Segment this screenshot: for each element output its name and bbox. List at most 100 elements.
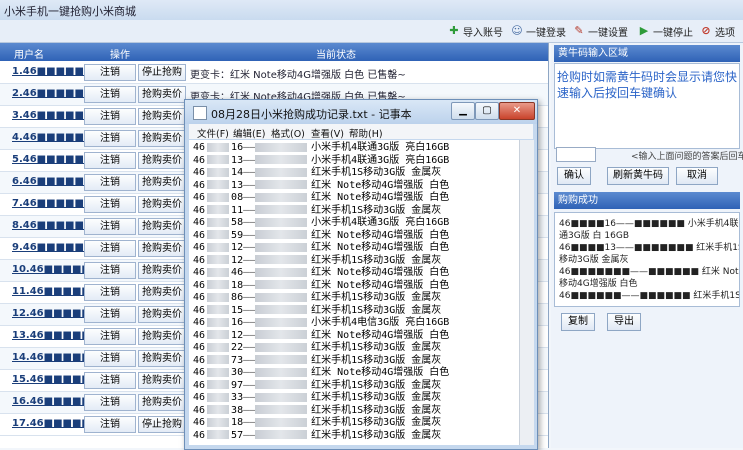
buy-button[interactable]: 停止抢购 (138, 416, 186, 433)
text-line: 46 38—— 红米手机1S移动3G版 金属灰 (193, 404, 442, 416)
buy-button[interactable]: 抢购卖价 (138, 196, 186, 213)
toolbar: ✚ 导入账号 ☺ 一键登录 ✎ 一键设置 ▶ 一键停止 ⊘ 选项 (0, 20, 743, 43)
text-line: 46 12—— 红米 Note移动4G增强版 白色 (193, 329, 450, 341)
logout-button[interactable]: 注销 (84, 86, 136, 103)
refresh-code-button[interactable]: 刷新黄牛码 (607, 167, 669, 185)
success-list: 46■■■■16——■■■■■■ 小米手机4联 通3G版 白 16GB 46■■■■… (554, 212, 740, 307)
logout-button[interactable]: 注销 (84, 240, 136, 257)
user-cell[interactable]: 8.46■■■■■99 (12, 220, 98, 231)
minimize-button[interactable]: ▁ (451, 102, 475, 120)
logout-button[interactable]: 注销 (84, 196, 136, 213)
user-cell[interactable]: 2.46■■■■■08 (12, 88, 98, 99)
text-line: 46 16—— 小米手机4电信3G版 亮白16GB (193, 317, 450, 328)
buy-button[interactable]: 抢购卖价 (138, 262, 186, 279)
buy-button[interactable]: 抢购卖价 (138, 240, 186, 257)
text-line: 46 18—— 红米手机1S移动3G版 金属灰 (193, 417, 442, 428)
text-line: 46 59—— 红米 Note移动4G增强版 白色 (193, 229, 450, 241)
user-cell[interactable]: 5.46■■■■■45 (12, 154, 98, 165)
logout-button[interactable]: 注销 (84, 350, 136, 367)
user-cell[interactable]: 13.46■■■■■57 (12, 330, 105, 341)
logout-button[interactable]: 注销 (84, 284, 136, 301)
copy-button[interactable]: 复制 (561, 313, 595, 331)
buy-button[interactable]: 抢购卖价 (138, 394, 186, 411)
header-status: 当前状态 (316, 50, 356, 61)
user-cell[interactable]: 3.46■■■■■06 (12, 110, 98, 121)
buy-button[interactable]: 抢购卖价 (138, 306, 186, 323)
options-button[interactable]: ⊘ 选项 (700, 23, 735, 39)
buy-button[interactable]: 抢购卖价 (138, 86, 186, 103)
user-cell[interactable]: 9.46■■■■■52 (12, 242, 98, 253)
login-all-button[interactable]: ☺ 一键登录 (511, 23, 566, 39)
notepad-text-area[interactable]: 46 16—— 小米手机4联通3G版 亮白16GB 46 13—— 小米手机4联通3G版 … (189, 140, 519, 445)
notepad-menu-bar: 文件(F) 编辑(E) 格式(O) 查看(V) 帮助(H) (189, 124, 533, 140)
logout-button[interactable]: 注销 (84, 108, 136, 125)
notepad-menu-item[interactable]: 格式(O) (271, 126, 305, 140)
plus-icon: ✚ (449, 24, 459, 37)
logout-button[interactable]: 注销 (84, 130, 136, 147)
tools-icon: ✎ (574, 24, 584, 37)
notepad-menu-item[interactable]: 文件(F) (197, 126, 229, 140)
maximize-button[interactable]: ▢ (475, 102, 499, 120)
logout-button[interactable]: 注销 (84, 64, 136, 81)
setting-all-button[interactable]: ✎ 一键设置 (573, 23, 628, 39)
buy-button[interactable]: 抢购卖价 (138, 372, 186, 389)
buy-button[interactable]: 抢购卖价 (138, 174, 186, 191)
captcha-input[interactable] (556, 147, 596, 162)
logout-button[interactable]: 注销 (84, 152, 136, 169)
buy-button[interactable]: 抢购卖价 (138, 284, 186, 301)
user-cell[interactable]: 4.46■■■■■49 (12, 132, 98, 143)
user-cell[interactable]: 10.46■■■■■88 (12, 264, 105, 275)
text-line: 46 33—— 红米手机1S移动3G版 金属灰 (193, 392, 442, 403)
user-cell[interactable]: 14.46■■■■■58 (12, 352, 105, 363)
logout-button[interactable]: 注销 (84, 174, 136, 191)
logout-button[interactable]: 注销 (84, 306, 136, 323)
user-cell[interactable]: 7.46■■■■■05 (12, 198, 98, 209)
cancel-button[interactable]: 取消 (676, 167, 718, 185)
notepad-title: 08月28日小米抢购成功记录.txt - 记事本 (211, 108, 412, 121)
captcha-title: 黄牛码输入区域 (554, 45, 740, 62)
notepad-menu-item[interactable]: 查看(V) (311, 126, 344, 140)
text-line: 46 16—— 小米手机4联通3G版 亮白16GB (193, 142, 450, 153)
user-cell[interactable]: 15.46■■■■■35 (12, 374, 105, 385)
buy-button[interactable]: 停止抢购 (138, 64, 186, 81)
user-cell[interactable]: 12.46■■■■■12 (12, 308, 105, 319)
notepad-menu-item[interactable]: 编辑(E) (233, 126, 265, 140)
user-cell[interactable]: 11.46■■■■■12 (12, 286, 105, 297)
logout-button[interactable]: 注销 (84, 328, 136, 345)
logout-button[interactable]: 注销 (84, 394, 136, 411)
buy-button[interactable]: 抢购卖价 (138, 328, 186, 345)
user-cell[interactable]: 17.46■■■■■44 (12, 418, 105, 429)
logout-button[interactable]: 注销 (84, 262, 136, 279)
buy-button[interactable]: 抢购卖价 (138, 152, 186, 169)
close-button[interactable]: ✕ (499, 102, 535, 120)
export-button[interactable]: 导出 (607, 313, 641, 331)
app-title-bar: 小米手机一键抢购小米商城 (0, 0, 743, 21)
no-entry-icon: ⊘ (701, 24, 711, 37)
user-cell[interactable]: 6.46■■■■■72 (12, 176, 98, 187)
table-header: 用户名 操作 当前状态 (0, 43, 548, 61)
buy-button[interactable]: 抢购卖价 (138, 218, 186, 235)
text-line: 46 12—— 红米手机1S移动3G版 金属灰 (193, 254, 442, 266)
notepad-title-bar[interactable]: 08月28日小米抢购成功记录.txt - 记事本 ▁ ▢ ✕ (185, 100, 537, 124)
success-line: 46■■■■■■——■■■■■■ 红米手机1S (559, 291, 740, 301)
confirm-button[interactable]: 确认 (557, 167, 591, 185)
buy-button[interactable]: 抢购卖价 (138, 108, 186, 125)
text-line: 46 13—— 红米 Note移动4G增强版 白色 (193, 179, 450, 191)
logout-button[interactable]: 注销 (84, 372, 136, 389)
user-cell[interactable]: 1.46■■■■■50 (12, 66, 98, 77)
text-line: 46 86—— 红米手机1S移动3G版 金属灰 (193, 292, 442, 303)
stop-all-button[interactable]: ▶ 一键停止 (638, 23, 693, 39)
text-line: 46 22—— 红米手机1S移动3G版 金属灰 (193, 342, 442, 353)
text-line: 46 73—— 红米手机1S移动3G版 金属灰 (193, 354, 442, 366)
logout-button[interactable]: 注销 (84, 218, 136, 235)
buy-button[interactable]: 抢购卖价 (138, 350, 186, 367)
text-line: 46 11—— 红米手机1S移动3G版 金属灰 (193, 204, 442, 216)
notepad-menu-item[interactable]: 帮助(H) (349, 126, 383, 140)
text-line: 46 58—— 小米手机4联通3G版 亮白16GB (193, 217, 450, 228)
user-cell[interactable]: 16.46■■■■■57 (12, 396, 105, 407)
notepad-scrollbar[interactable] (519, 140, 534, 445)
logout-button[interactable]: 注销 (84, 416, 136, 433)
buy-button[interactable]: 抢购卖价 (138, 130, 186, 147)
import-account-button[interactable]: ✚ 导入账号 (448, 23, 503, 39)
play-icon: ▶ (639, 24, 649, 37)
